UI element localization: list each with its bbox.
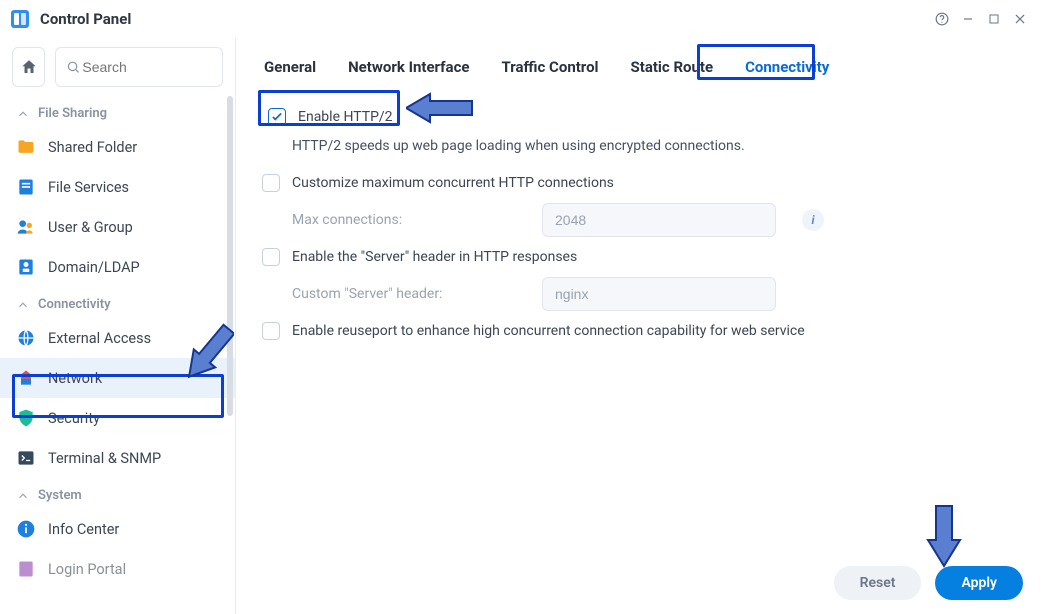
checkbox-enable-http2[interactable] <box>268 108 286 126</box>
row-enable-http2: Enable HTTP/2 <box>268 100 1017 134</box>
checkbox-enable-reuseport[interactable] <box>262 322 280 340</box>
users-icon <box>16 217 36 237</box>
sidebar-item-login-portal[interactable]: Login Portal <box>0 549 235 589</box>
network-icon <box>16 368 36 388</box>
footer-buttons: Reset Apply <box>834 566 1023 600</box>
input-custom-server-header <box>542 277 776 311</box>
tab-connectivity[interactable]: Connectivity <box>743 52 831 82</box>
external-access-icon <box>16 328 36 348</box>
label-enable-server-header: Enable the "Server" header in HTTP respo… <box>292 249 577 265</box>
tab-static-route[interactable]: Static Route <box>629 52 716 82</box>
close-button[interactable] <box>1007 6 1033 32</box>
file-services-icon <box>16 177 36 197</box>
sidebar-item-label: External Access <box>48 330 151 347</box>
sidebar-item-label: Info Center <box>48 521 119 538</box>
group-label: File Sharing <box>38 106 107 121</box>
row-enable-reuseport: Enable reuseport to enhance high concurr… <box>262 314 1017 348</box>
group-connectivity[interactable]: Connectivity <box>0 287 235 318</box>
checkbox-enable-server-header[interactable] <box>262 248 280 266</box>
http2-description: HTTP/2 speeds up web page loading when u… <box>262 134 1017 166</box>
search-field[interactable] <box>55 47 223 87</box>
sidebar-item-label: Security <box>48 410 100 427</box>
tab-general[interactable]: General <box>262 52 318 82</box>
window-title: Control Panel <box>40 10 131 28</box>
row-custom-server-header: Custom "Server" header: <box>262 274 1017 314</box>
sidebar-item-label: User & Group <box>48 219 133 236</box>
row-max-connections: Max connections: i <box>262 200 1017 240</box>
app-icon <box>10 9 30 29</box>
chevron-up-icon <box>16 489 30 503</box>
sidebar-item-label: Login Portal <box>48 561 126 578</box>
apply-button[interactable]: Apply <box>935 566 1023 600</box>
folder-icon <box>16 137 36 157</box>
search-icon <box>66 59 80 75</box>
maximize-button[interactable] <box>981 6 1007 32</box>
sidebar-item-label: Network <box>48 370 102 387</box>
sidebar-item-external-access[interactable]: External Access <box>0 318 235 358</box>
label-max-connections: Max connections: <box>292 212 522 228</box>
label-custom-server-header: Custom "Server" header: <box>292 286 522 302</box>
tab-network-interface[interactable]: Network Interface <box>346 52 471 82</box>
group-system[interactable]: System <box>0 478 235 509</box>
sidebar-item-label: Terminal & SNMP <box>48 450 161 467</box>
chevron-up-icon <box>16 107 30 121</box>
tabs: General Network Interface Traffic Contro… <box>236 38 1043 96</box>
info-icon <box>16 519 36 539</box>
terminal-icon <box>16 448 36 468</box>
minimize-button[interactable] <box>955 6 981 32</box>
sidebar-item-label: Shared Folder <box>48 139 137 156</box>
help-button[interactable] <box>929 6 955 32</box>
sidebar-item-label: Domain/LDAP <box>48 259 140 276</box>
shield-icon <box>16 408 36 428</box>
home-button[interactable] <box>12 47 45 87</box>
sidebar-item-domain-ldap[interactable]: Domain/LDAP <box>0 247 235 287</box>
tab-traffic-control[interactable]: Traffic Control <box>499 52 600 82</box>
sidebar-item-network[interactable]: Network <box>0 358 235 398</box>
sidebar-item-shared-folder[interactable]: Shared Folder <box>0 127 235 167</box>
label-enable-http2: Enable HTTP/2 <box>298 109 393 125</box>
row-customize-max-conn: Customize maximum concurrent HTTP connec… <box>262 166 1017 200</box>
group-file-sharing[interactable]: File Sharing <box>0 96 235 127</box>
checkbox-customize-max-conn[interactable] <box>262 174 280 192</box>
sidebar-item-security[interactable]: Security <box>0 398 235 438</box>
group-label: System <box>38 488 82 503</box>
search-input[interactable] <box>80 58 212 76</box>
tab-content-connectivity: Enable HTTP/2 HTTP/2 speeds up web page … <box>236 96 1043 614</box>
row-enable-server-header: Enable the "Server" header in HTTP respo… <box>262 240 1017 274</box>
label-customize-max-conn: Customize maximum concurrent HTTP connec… <box>292 175 614 191</box>
label-enable-reuseport: Enable reuseport to enhance high concurr… <box>292 323 805 339</box>
group-label: Connectivity <box>38 297 111 312</box>
sidebar-item-label: File Services <box>48 179 129 196</box>
main-panel: General Network Interface Traffic Contro… <box>236 38 1043 614</box>
sidebar-item-user-group[interactable]: User & Group <box>0 207 235 247</box>
login-portal-icon <box>16 559 36 579</box>
input-max-connections <box>542 203 776 237</box>
chevron-up-icon <box>16 298 30 312</box>
titlebar: Control Panel <box>0 0 1043 38</box>
domain-icon <box>16 257 36 277</box>
sidebar-scrollbar[interactable] <box>227 96 233 416</box>
reset-button[interactable]: Reset <box>834 566 922 600</box>
sidebar-item-terminal-snmp[interactable]: Terminal & SNMP <box>0 438 235 478</box>
info-icon[interactable]: i <box>802 209 824 231</box>
sidebar-item-info-center[interactable]: Info Center <box>0 509 235 549</box>
sidebar: File Sharing Shared Folder File Services… <box>0 38 236 614</box>
sidebar-item-file-services[interactable]: File Services <box>0 167 235 207</box>
